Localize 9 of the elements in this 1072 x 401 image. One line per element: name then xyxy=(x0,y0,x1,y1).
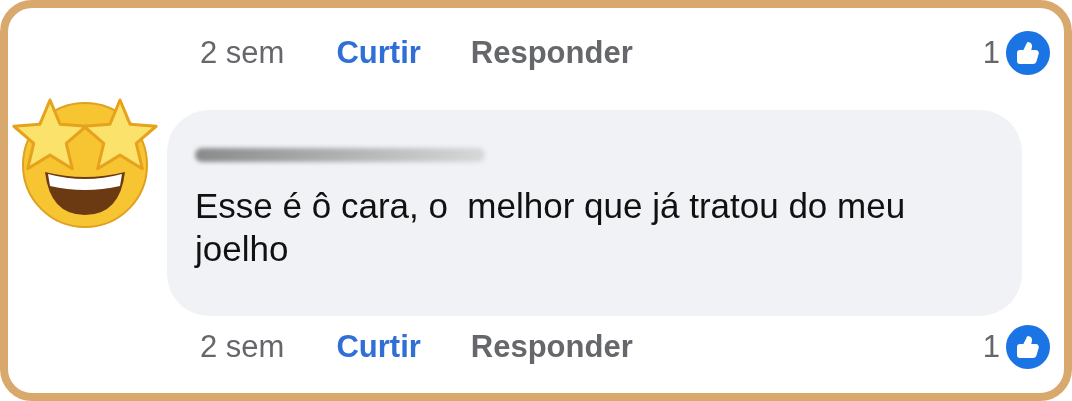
comment-time: 2 sem xyxy=(200,329,285,365)
reply-link[interactable]: Responder xyxy=(470,35,633,71)
reaction-count: 1 xyxy=(982,329,1000,365)
reply-link[interactable]: Responder xyxy=(470,329,633,365)
reaction-count: 1 xyxy=(982,35,1000,71)
like-link[interactable]: Curtir xyxy=(336,35,421,71)
like-link[interactable]: Curtir xyxy=(336,329,421,365)
comment-text: Esse é ô cara, o melhor que já tratou do meu joelho xyxy=(195,185,907,270)
comment-time: 2 sem xyxy=(200,35,285,71)
